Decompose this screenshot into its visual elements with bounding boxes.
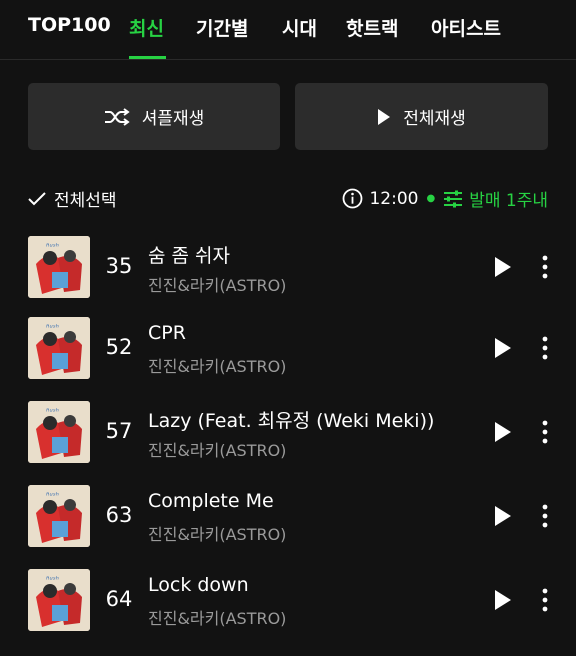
play-track-icon[interactable] — [490, 420, 514, 444]
play-track-icon[interactable] — [490, 504, 514, 528]
track-artist[interactable]: 진진&라키(ASTRO) — [148, 353, 286, 377]
select-all-toggle[interactable]: 전체선택 — [28, 186, 117, 211]
track-rank: 64 — [105, 587, 133, 611]
track-row[interactable]: ᴿᵘˢʰ 63 Complete Me 진진&라키(ASTRO) — [0, 485, 576, 547]
play-track-icon[interactable] — [490, 255, 514, 279]
filter-sliders-icon — [443, 190, 463, 208]
more-options-icon[interactable] — [534, 418, 556, 446]
shuffle-play-label: 셔플재생 — [141, 109, 205, 129]
svg-text:ᴿᵘˢʰ: ᴿᵘˢʰ — [46, 407, 59, 416]
album-art: ᴿᵘˢʰ — [28, 317, 90, 379]
track-title: Lazy (Feat. 최유정 (Weki Meki)) — [148, 410, 435, 432]
play-icon — [377, 108, 391, 126]
track-title: Complete Me — [148, 490, 274, 512]
svg-text:ᴿᵘˢʰ: ᴿᵘˢʰ — [46, 242, 59, 251]
track-row[interactable]: ᴿᵘˢʰ 52 CPR 진진&라키(ASTRO) — [0, 317, 576, 379]
play-all-label: 전체재생 — [403, 109, 466, 129]
more-options-icon[interactable] — [534, 334, 556, 362]
shuffle-icon — [104, 107, 130, 126]
track-rank: 63 — [105, 503, 133, 527]
tab-artist[interactable]: 아티스트 — [431, 14, 501, 41]
album-art: ᴿᵘˢʰ — [28, 569, 90, 631]
svg-text:ᴿᵘˢʰ: ᴿᵘˢʰ — [46, 491, 59, 500]
play-track-icon[interactable] — [490, 588, 514, 612]
update-time: 12:00 — [369, 188, 419, 209]
track-rank: 35 — [105, 254, 133, 278]
track-rank: 57 — [105, 419, 133, 443]
more-options-icon[interactable] — [534, 502, 556, 530]
track-rank: 52 — [105, 335, 133, 359]
track-artist[interactable]: 진진&라키(ASTRO) — [148, 437, 286, 461]
tab-by-period[interactable]: 기간별 — [196, 14, 248, 41]
album-art: ᴿᵘˢʰ — [28, 485, 90, 547]
play-track-icon[interactable] — [490, 336, 514, 360]
chart-tab-bar: TOP100 최신 기간별 시대 핫트랙 아티스트 — [0, 0, 576, 60]
svg-text:ᴿᵘˢʰ: ᴿᵘˢʰ — [46, 323, 59, 332]
play-all-button[interactable]: 전체재생 — [295, 83, 548, 150]
track-row[interactable]: ᴿᵘˢʰ 64 Lock down 진진&라키(ASTRO) — [0, 569, 576, 631]
track-title: 숨 좀 쉬자 — [148, 245, 230, 267]
select-all-label: 전체선택 — [54, 191, 117, 211]
tab-hot-track[interactable]: 핫트랙 — [346, 14, 398, 41]
track-artist[interactable]: 진진&라키(ASTRO) — [148, 605, 286, 629]
checkmark-icon — [28, 191, 46, 206]
release-filter-label: 발매 1주내 — [469, 191, 548, 211]
tab-top100[interactable]: TOP100 — [28, 14, 111, 36]
album-art: ᴿᵘˢʰ — [28, 236, 90, 298]
track-artist[interactable]: 진진&라키(ASTRO) — [148, 521, 286, 545]
track-artist[interactable]: 진진&라키(ASTRO) — [148, 272, 286, 296]
track-title: Lock down — [148, 574, 249, 596]
info-icon[interactable] — [342, 188, 363, 209]
chart-meta: 12:00 ● 발매 1주내 — [342, 186, 548, 211]
svg-text:ᴿᵘˢʰ: ᴿᵘˢʰ — [46, 575, 59, 584]
separator-dot: ● — [426, 193, 436, 204]
shuffle-play-button[interactable]: 셔플재생 — [28, 83, 280, 150]
track-row[interactable]: ᴿᵘˢʰ 35 숨 좀 쉬자 진진&라키(ASTRO) — [0, 236, 576, 298]
active-tab-indicator — [129, 56, 166, 59]
more-options-icon[interactable] — [534, 253, 556, 281]
more-options-icon[interactable] — [534, 586, 556, 614]
release-filter-button[interactable]: 발매 1주내 — [443, 186, 548, 211]
album-art: ᴿᵘˢʰ — [28, 401, 90, 463]
tab-latest[interactable]: 최신 — [129, 14, 164, 41]
tab-era[interactable]: 시대 — [282, 14, 317, 41]
track-title: CPR — [148, 322, 186, 344]
track-row[interactable]: ᴿᵘˢʰ 57 Lazy (Feat. 최유정 (Weki Meki)) 진진&… — [0, 401, 576, 463]
